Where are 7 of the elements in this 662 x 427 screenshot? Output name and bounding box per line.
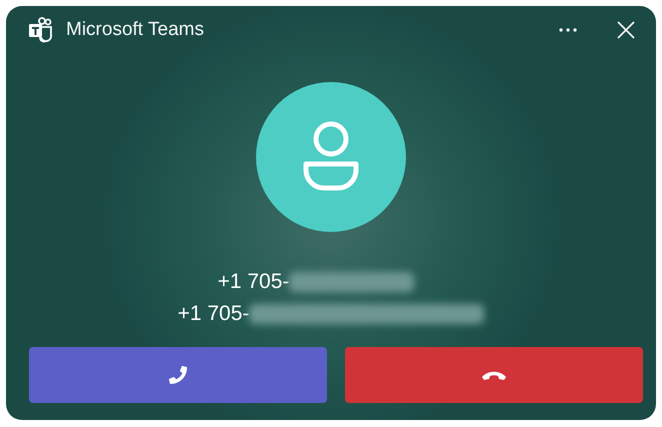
phone-number: +1 705- — [178, 302, 250, 326]
phone-icon — [169, 366, 187, 384]
teams-logo-icon — [28, 17, 54, 43]
more-icon — [558, 27, 578, 33]
window-title: Microsoft Teams — [66, 19, 205, 41]
hang-up-icon — [481, 370, 507, 380]
phone-number: +1 705- — [218, 270, 290, 294]
